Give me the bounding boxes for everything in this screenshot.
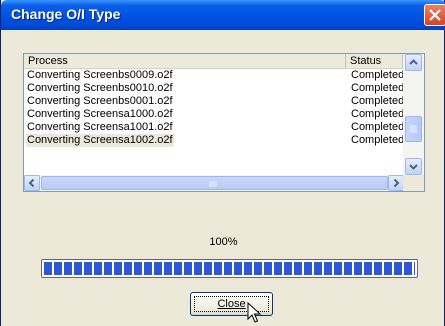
list-item[interactable]: Converting Screenbs0009.o2f Completed.	[24, 69, 408, 82]
scroll-right-button[interactable]	[388, 175, 404, 191]
status-cell: Completed.	[351, 69, 408, 81]
process-cell: Converting Screenbs0001.o2f	[27, 95, 173, 107]
horizontal-scroll-thumb[interactable]	[41, 176, 388, 190]
process-cell: Converting Screensa1002.o2f	[26, 134, 174, 147]
vertical-scroll-thumb[interactable]	[405, 116, 422, 142]
progress-fill	[44, 262, 415, 275]
list-item[interactable]: Converting Screenbs0010.o2f Completed.	[24, 82, 408, 95]
arrow-right-icon	[393, 178, 400, 188]
window-close-button[interactable]	[424, 4, 445, 26]
vertical-scrollbar[interactable]	[403, 54, 424, 176]
scroll-corner	[403, 175, 424, 191]
arrow-down-icon	[409, 164, 418, 170]
process-cell: Converting Screensa1000.o2f	[27, 108, 173, 120]
list-item[interactable]: Converting Screensa1000.o2f Completed.	[24, 108, 408, 121]
scroll-up-button[interactable]	[405, 54, 422, 71]
progress-bar	[41, 259, 418, 278]
dialog-window: Change O/I Type Process Status Convertin…	[0, 0, 445, 326]
status-cell: Completed.	[351, 82, 408, 94]
scroll-left-button[interactable]	[24, 175, 40, 191]
process-cell: Converting Screensa1001.o2f	[27, 121, 173, 133]
process-cell: Converting Screenbs0010.o2f	[27, 82, 173, 94]
status-cell: Completed.	[351, 134, 408, 146]
window-title: Change O/I Type	[11, 6, 121, 22]
column-header-process[interactable]: Process	[24, 54, 346, 68]
title-bar[interactable]: Change O/I Type	[1, 0, 445, 30]
status-cell: Completed.	[351, 108, 408, 120]
status-cell: Completed.	[351, 95, 408, 107]
grip-icon	[410, 125, 417, 133]
grip-icon	[209, 181, 217, 187]
list-item[interactable]: Converting Screensa1001.o2f Completed.	[24, 121, 408, 134]
process-list[interactable]: Process Status Converting Screenbs0009.o…	[23, 53, 425, 192]
column-header-status[interactable]: Status	[346, 54, 403, 68]
status-cell: Completed.	[351, 121, 408, 133]
arrow-left-icon	[28, 178, 35, 188]
scroll-down-button[interactable]	[405, 158, 422, 175]
process-cell: Converting Screenbs0009.o2f	[27, 69, 173, 81]
arrow-up-icon	[409, 59, 418, 65]
horizontal-scrollbar[interactable]	[24, 175, 404, 191]
list-item[interactable]: Converting Screensa1002.o2f Completed.	[24, 134, 408, 147]
list-item[interactable]: Converting Screenbs0001.o2f Completed.	[24, 95, 408, 108]
list-header: Process Status	[24, 54, 424, 69]
close-icon	[429, 9, 441, 21]
pointer-icon	[247, 302, 261, 323]
progress-percent-label: 100%	[209, 236, 238, 248]
